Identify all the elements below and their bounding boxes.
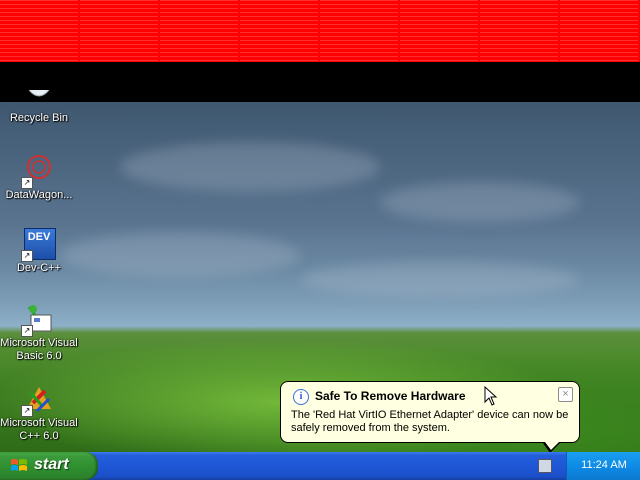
shortcut-arrow-icon: ↗ (21, 177, 33, 189)
icon-label: Dev-C++ (16, 262, 62, 274)
info-icon: i (293, 389, 309, 405)
shortcut-arrow-icon: ↗ (21, 325, 33, 337)
icon-label: DataWagon... (5, 189, 73, 201)
mouse-cursor-icon (484, 385, 498, 406)
top-red-overlay (0, 0, 640, 62)
balloon-tail-inner (542, 438, 563, 450)
visual-cpp-icon: ↗ (21, 383, 55, 417)
dev-badge: DEV (27, 231, 51, 243)
shortcut-arrow-icon: ↗ (21, 250, 33, 262)
safe-remove-balloon[interactable]: i Safe To Remove Hardware × The 'Red Hat… (280, 381, 580, 443)
desktop-icon-visual-cpp[interactable]: ↗ Microsoft Visual C++ 6.0 (0, 383, 78, 443)
black-overlay-band (0, 62, 640, 102)
visual-basic-icon: ↗ (21, 303, 55, 337)
dev-cpp-icon: DEV ↗ (21, 228, 56, 262)
recycle-bin-icon (23, 89, 55, 110)
windows-flag-icon (11, 459, 27, 471)
shortcut-arrow-icon: ↗ (21, 405, 33, 417)
icon-label: Microsoft Visual Basic 6.0 (0, 337, 78, 362)
desktop-icon-dev-cpp[interactable]: DEV ↗ Dev-C++ (0, 228, 78, 275)
icon-label: Recycle Bin (9, 112, 69, 124)
desktop-icon-recycle-bin[interactable]: Recycle Bin (0, 89, 78, 125)
desktop-icon-datawagon[interactable]: ↗ DataWagon... (0, 155, 78, 202)
close-icon[interactable]: × (558, 387, 573, 402)
datawagon-icon: ↗ (21, 155, 55, 189)
safely-remove-hardware-icon[interactable] (538, 459, 552, 473)
icon-label: Microsoft Visual C++ 6.0 (0, 417, 78, 442)
start-button[interactable]: start (0, 452, 98, 480)
start-label: start (34, 456, 69, 473)
balloon-message: The 'Red Hat VirtIO Ethernet Adapter' de… (291, 409, 569, 434)
system-tray: 11:24 AM (566, 452, 640, 480)
clock[interactable]: 11:24 AM (567, 459, 640, 471)
desktop-icon-visual-basic[interactable]: ↗ Microsoft Visual Basic 6.0 (0, 303, 78, 363)
balloon-title: Safe To Remove Hardware (315, 389, 466, 403)
